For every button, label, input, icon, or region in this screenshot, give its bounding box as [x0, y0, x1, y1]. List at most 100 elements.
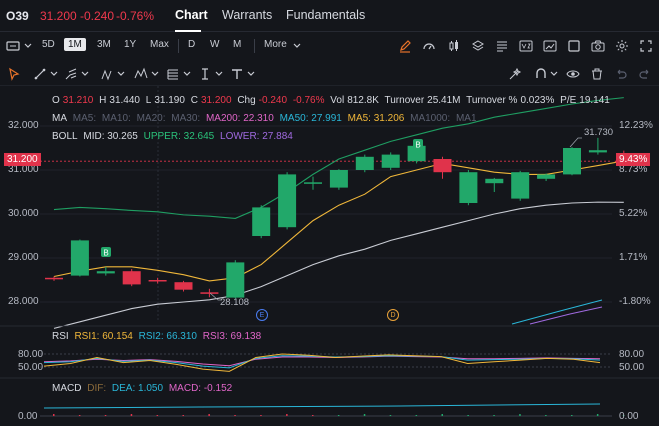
indicator-chart-icon[interactable] — [543, 39, 557, 53]
price-axis-label: 28.000 — [8, 296, 39, 307]
pct-axis-label: -1.80% — [619, 296, 651, 307]
candle-body — [537, 174, 556, 179]
chart-type-icon[interactable] — [6, 39, 20, 53]
chevron-down-icon[interactable] — [114, 67, 128, 81]
measure-tool-icon[interactable] — [198, 67, 212, 81]
macd-histogram-bar — [519, 414, 521, 416]
chevron-down-icon[interactable] — [78, 67, 92, 81]
chevron-down-icon[interactable] — [47, 67, 61, 81]
candle-body — [252, 207, 271, 236]
ohlc-legend: O 31.210 H 31.440 L 31.190 C 31.200 Chg -0.24… — [52, 95, 610, 106]
layers-icon[interactable] — [471, 39, 485, 53]
tab-fundamentals[interactable]: Fundamentals — [286, 8, 365, 22]
earnings-event-icon[interactable]: E — [256, 309, 268, 321]
chevron-down-icon[interactable] — [547, 67, 561, 81]
low-annotation: 28.108 — [220, 297, 250, 308]
cursor-icon[interactable] — [7, 67, 21, 81]
period-max-button[interactable]: Max — [150, 39, 169, 50]
text-tool-icon[interactable] — [230, 67, 244, 81]
rsi-axis-label: 80.00 — [619, 349, 645, 360]
period-3m-button[interactable]: 3M — [97, 39, 111, 50]
candle-body — [485, 178, 504, 184]
chevron-down-icon[interactable] — [148, 67, 162, 81]
macd-axis-label: 0.00 — [18, 411, 38, 422]
rsi-axis-label: 50.00 — [18, 362, 44, 373]
magic-draw-icon[interactable] — [508, 67, 522, 81]
pct-axis-label: 1.71% — [619, 252, 648, 263]
compare-vs-icon[interactable] — [519, 39, 533, 53]
rsi1-line — [43, 353, 601, 372]
high-leader-line — [569, 137, 582, 148]
more-button[interactable]: More — [264, 39, 287, 50]
gear-icon[interactable] — [615, 39, 629, 53]
trend-line-icon[interactable] — [33, 67, 47, 81]
chevron-down-icon[interactable] — [244, 67, 258, 81]
pct-axis-label: 12.23% — [619, 120, 653, 131]
tab-chart[interactable]: Chart — [175, 8, 208, 22]
macd-histogram-bar — [286, 414, 288, 416]
eye-icon[interactable] — [566, 67, 580, 81]
magnet-icon[interactable] — [534, 67, 548, 81]
draw-pen-icon[interactable] — [398, 39, 412, 53]
macd-dea-line — [43, 403, 601, 409]
dividend-event-icon[interactable]: D — [387, 309, 399, 321]
macd-histogram-bar — [389, 415, 392, 416]
candle-body — [381, 154, 400, 168]
macd-histogram-bar — [156, 415, 159, 416]
grid-tool-icon[interactable] — [166, 67, 180, 81]
candle-body — [148, 280, 167, 282]
fib-tool-icon[interactable] — [100, 67, 114, 81]
drawing-toolbar — [0, 60, 659, 86]
macd-histogram-bar — [130, 414, 133, 416]
current-price-tag: 31.200 — [4, 153, 41, 166]
active-tab-indicator — [175, 30, 201, 32]
rsi-axis-label: 50.00 — [619, 362, 645, 373]
square-icon[interactable] — [567, 39, 581, 53]
candle-body — [226, 262, 245, 298]
buy-marker-label: B — [103, 249, 108, 258]
period-5d-button[interactable]: 5D — [42, 39, 55, 50]
chevron-down-icon[interactable] — [21, 39, 35, 53]
wave-tool-icon[interactable] — [134, 67, 148, 81]
chevron-down-icon[interactable] — [212, 67, 226, 81]
camera-icon[interactable] — [591, 39, 605, 53]
interval-week-button[interactable]: W — [210, 39, 219, 50]
price-axis-label: 30.000 — [8, 208, 39, 219]
price-change-pct: -0.76% — [116, 9, 155, 23]
price-axis-label: 29.000 — [8, 252, 39, 263]
candle-body — [329, 170, 348, 188]
macd-histogram-bar — [104, 415, 107, 416]
candle-body — [278, 174, 297, 228]
divider — [178, 39, 179, 53]
chart-area[interactable]: B B O 31.210 H 31.440 L 31.190 C 31.200 Chg -0… — [0, 86, 659, 426]
boll-legend: BOLL MID: 30.265 UPPER: 32.645 LOWER: 27… — [52, 131, 293, 142]
period-toolbar: 5D 1M 3M 1Y Max D W M More — [0, 33, 659, 59]
tab-warrants[interactable]: Warrants — [222, 8, 272, 22]
boll-mid-line — [53, 201, 624, 329]
list-icon[interactable] — [495, 39, 509, 53]
candle-body — [563, 148, 581, 175]
rsi-legend: RSI RSI1: 60.154 RSI2: 66.310 RSI3: 69.1… — [52, 331, 262, 342]
trash-icon[interactable] — [590, 67, 604, 81]
fullscreen-icon[interactable] — [639, 39, 653, 53]
last-price: 31.200 — [40, 9, 77, 23]
redo-icon[interactable] — [638, 67, 652, 81]
candles-icon[interactable] — [447, 39, 461, 53]
pitchfork-icon[interactable] — [64, 67, 78, 81]
candle-body — [45, 277, 63, 280]
chevron-down-icon[interactable] — [180, 67, 194, 81]
chevron-down-icon[interactable] — [290, 39, 304, 53]
undo-icon[interactable] — [614, 67, 628, 81]
period-1m-button[interactable]: 1M — [64, 38, 86, 51]
macd-histogram-bar — [234, 415, 236, 416]
ticker-symbol: O39 — [6, 9, 29, 23]
header-bar: O39 31.200 -0.240 -0.76% Chart Warrants … — [0, 0, 659, 32]
interval-month-button[interactable]: M — [233, 39, 241, 50]
period-1y-button[interactable]: 1Y — [124, 39, 136, 50]
ma-legend: MA MA5: MA10: MA20: MA30: MA200: 22.310 … — [52, 113, 477, 124]
speedometer-icon[interactable] — [422, 39, 436, 53]
candle-body — [511, 172, 530, 199]
candle-body — [200, 292, 219, 294]
interval-day-button[interactable]: D — [188, 39, 195, 50]
candle-body — [588, 150, 607, 153]
